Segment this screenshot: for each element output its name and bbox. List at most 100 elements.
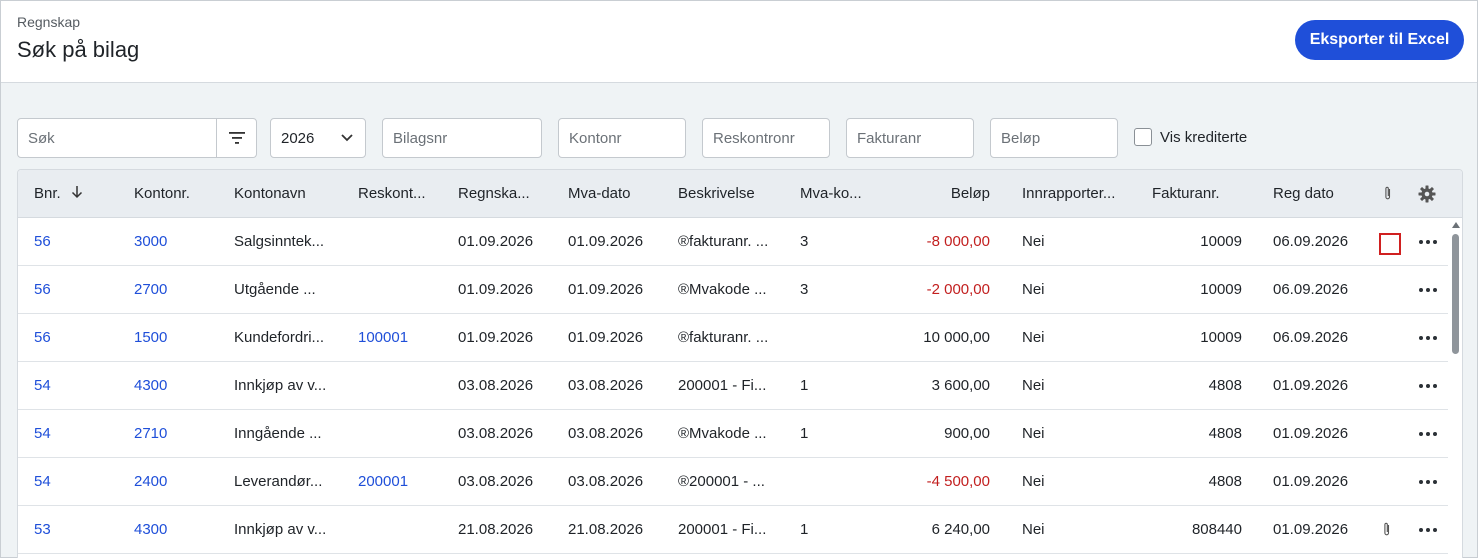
breadcrumb[interactable]: Regnskap [17,14,80,30]
column-header-innrapportert[interactable]: Innrapporter... [1022,170,1115,218]
more-options-button[interactable] [1416,410,1440,458]
fakturanr-placeholder: Fakturanr [857,129,922,147]
column-header-fakturanr[interactable]: Fakturanr. [1152,170,1220,218]
cell-fakturanr: 808440 [1191,521,1242,538]
column-header-beskrivelse[interactable]: Beskrivelse [678,170,755,218]
belop-input[interactable]: Beløp [990,118,1118,158]
cell-belop: 3 600,00 [931,377,990,394]
cell-mva-dato: 01.09.2026 [568,281,644,298]
cell-kontonr[interactable]: 1500 [134,314,167,362]
reskontronr-input[interactable]: Reskontronr [702,118,830,158]
paperclip-icon[interactable] [1383,522,1391,538]
vis-krediterte-checkbox[interactable] [1134,128,1152,146]
more-icon [1419,480,1437,484]
cell-mva-dato: 21.08.2026 [568,521,644,538]
cell-kontonr[interactable]: 3000 [134,218,167,266]
column-settings-button[interactable] [1418,185,1436,203]
more-options-button[interactable] [1416,218,1440,266]
cell-bnr[interactable]: 54 [34,362,51,410]
cell-bnr[interactable]: 54 [34,410,51,458]
cell-mva-kode: 1 [800,425,809,442]
cell-regnskap: 01.09.2026 [458,281,534,298]
scroll-thumb[interactable] [1452,234,1459,354]
cell-kontonavn: Leverandør... [234,473,323,490]
vertical-scrollbar[interactable] [1448,218,1462,558]
cell-innrapportert: Nei [1022,521,1045,538]
column-header-belop[interactable]: Beløp [898,170,990,218]
cell-kontonr[interactable]: 2400 [134,458,167,506]
more-icon [1419,288,1437,292]
cell-kontonr[interactable]: 4300 [134,362,167,410]
cell-bnr[interactable]: 56 [34,266,51,314]
search-input[interactable]: Søk [17,118,257,158]
cell-beskrivelse: 200001 - Fi... [678,377,767,394]
cell-reg-dato: 01.09.2026 [1273,377,1349,394]
table-row[interactable]: 54 4300 Innkjøp av v... 03.08.2026 03.08.202… [18,362,1448,410]
more-icon [1419,528,1437,532]
page-title: Søk på bilag [17,37,140,62]
cell-kontonavn: Utgående ... [234,281,316,298]
cell-innrapportert: Nei [1022,425,1045,442]
attachment-drop-target[interactable] [1379,233,1401,255]
search-placeholder: Søk [28,129,55,147]
cell-bnr[interactable]: 54 [34,458,51,506]
page-header: Regnskap Søk på bilag Eksporter til Exce… [1,1,1477,83]
cell-reskontro[interactable]: 100001 [358,314,408,362]
fakturanr-input[interactable]: Fakturanr [846,118,974,158]
cell-fakturanr: 10009 [1200,281,1242,298]
cell-innrapportert: Nei [1022,329,1045,346]
cell-reg-dato: 06.09.2026 [1273,329,1349,346]
more-options-button[interactable] [1416,506,1440,554]
more-options-button[interactable] [1416,362,1440,410]
column-header-kontonavn[interactable]: Kontonavn [234,170,306,218]
cell-fakturanr: 4808 [1208,425,1242,442]
table-row[interactable]: 53 4300 Innkjøp av v... 21.08.2026 21.08.202… [18,506,1448,554]
column-header-reskontro[interactable]: Reskont... [358,170,426,218]
cell-belop: 10 000,00 [923,329,990,346]
column-header-regnskap[interactable]: Regnska... [458,170,530,218]
cell-regnskap: 03.08.2026 [458,425,534,442]
column-header-bnr[interactable]: Bnr. [34,170,83,218]
cell-bnr[interactable]: 53 [34,506,51,554]
scroll-up-arrow[interactable] [1452,222,1460,228]
table-row[interactable]: 54 2710 Inngående ... 03.08.2026 03.08.2026 ®… [18,410,1448,458]
sort-down-icon [71,186,82,199]
more-options-button[interactable] [1416,266,1440,314]
cell-fakturanr: 10009 [1200,233,1242,250]
table-row[interactable]: 56 2700 Utgående ... 01.09.2026 01.09.2026 ®M… [18,266,1448,314]
filter-button[interactable] [216,119,256,157]
cell-innrapportert: Nei [1022,281,1045,298]
cell-mva-kode: 3 [800,281,809,298]
export-excel-button[interactable]: Eksporter til Excel [1295,20,1464,60]
kontonr-input[interactable]: Kontonr [558,118,686,158]
cell-regnskap: 01.09.2026 [458,329,534,346]
table-row[interactable]: 54 2400 Leverandør... 200001 03.08.2026 03.08… [18,458,1448,506]
year-select[interactable]: 2026 [270,118,366,158]
cell-kontonavn: Salgsinntek... [234,233,325,250]
cell-kontonavn: Kundefordri... [234,329,325,346]
column-header-kontonr[interactable]: Kontonr. [134,170,190,218]
cell-mva-kode: 1 [800,521,809,538]
reskontronr-placeholder: Reskontronr [713,129,795,147]
vis-krediterte-label: Vis krediterte [1160,128,1248,146]
more-icon [1419,240,1437,244]
cell-kontonavn: Innkjøp av v... [234,377,327,394]
table-row[interactable]: 56 1500 Kundefordri... 100001 01.09.2026 01.0… [18,314,1448,362]
cell-kontonr[interactable]: 2710 [134,410,167,458]
column-header-attachment[interactable] [1384,186,1392,202]
column-header-mva-kode[interactable]: Mva-ko... [800,170,862,218]
vis-krediterte-toggle[interactable]: Vis krediterte [1134,128,1247,146]
cell-kontonr[interactable]: 2700 [134,266,167,314]
bilagsnr-input[interactable]: Bilagsnr [382,118,542,158]
cell-bnr[interactable]: 56 [34,218,51,266]
table-row[interactable]: 56 3000 Salgsinntek... 01.09.2026 01.09.2026… [18,218,1448,266]
cell-bnr[interactable]: 56 [34,314,51,362]
cell-kontonr[interactable]: 4300 [134,506,167,554]
column-header-mva-dato[interactable]: Mva-dato [568,170,631,218]
more-options-button[interactable] [1416,314,1440,362]
cell-mva-dato: 03.08.2026 [568,473,644,490]
column-header-reg-dato[interactable]: Reg dato [1273,170,1334,218]
cell-reskontro[interactable]: 200001 [358,458,408,506]
more-options-button[interactable] [1416,458,1440,506]
cell-kontonavn: Inngående ... [234,425,322,442]
